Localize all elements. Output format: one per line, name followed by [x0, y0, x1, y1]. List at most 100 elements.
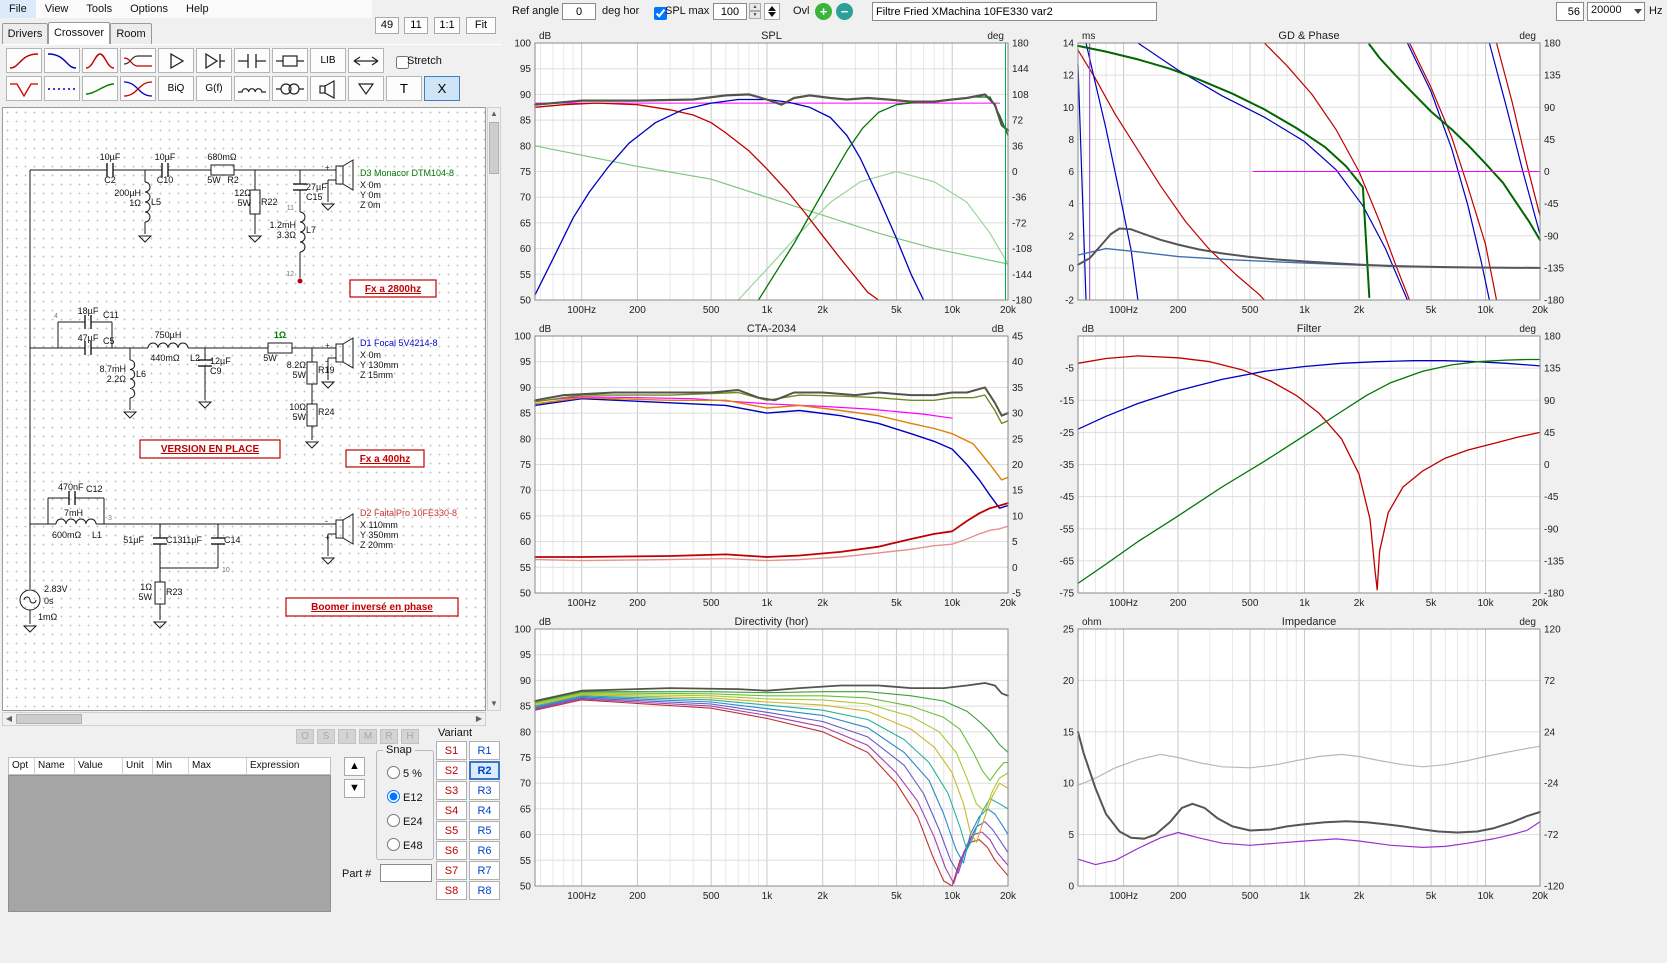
part-number-label: Part # [342, 868, 371, 880]
shape-lp-button[interactable] [44, 48, 80, 73]
ref-angle-input[interactable] [562, 3, 596, 20]
spl-autoscale-button[interactable] [764, 3, 780, 20]
parallel-component-button[interactable] [272, 48, 308, 73]
col-value: Value [75, 758, 123, 775]
one-to-one-button[interactable]: 1:1 [434, 17, 460, 34]
move-up-button[interactable]: ▲ [344, 757, 365, 776]
series-component-button[interactable] [234, 48, 270, 73]
x-button[interactable]: X [424, 76, 460, 101]
variant-s2[interactable]: S2 [436, 761, 467, 780]
variant-r8[interactable]: R8 [469, 881, 500, 900]
grid-y-button[interactable]: 11 [404, 17, 428, 34]
svg-text:1Ω: 1Ω [140, 582, 152, 592]
spinner-up-icon[interactable]: ▲ [749, 3, 761, 11]
fit-button[interactable]: Fit [466, 17, 496, 34]
svg-text:25: 25 [1063, 625, 1075, 636]
scroll-left-icon[interactable]: ◀ [3, 713, 15, 725]
move-down-button[interactable]: ▼ [344, 779, 365, 798]
schematic-rh-symbol [205, 165, 240, 175]
variant-s1[interactable]: S1 [436, 741, 467, 760]
variant-r3[interactable]: R3 [469, 781, 500, 800]
stretch-arrow-button[interactable] [348, 48, 384, 73]
svg-text:20k: 20k [1000, 598, 1017, 609]
menu-view[interactable]: View [36, 0, 78, 18]
scroll-down-icon[interactable]: ▼ [488, 698, 500, 710]
tab-crossover[interactable]: Crossover [48, 22, 110, 44]
variant-r5[interactable]: R5 [469, 821, 500, 840]
variant-s8[interactable]: S8 [436, 881, 467, 900]
variant-s7[interactable]: S7 [436, 861, 467, 880]
transformer-button[interactable] [272, 76, 308, 101]
svg-text:440mΩ: 440mΩ [150, 353, 180, 363]
biq-button[interactable]: BiQ [158, 76, 194, 101]
freq-min-input[interactable] [1556, 2, 1584, 21]
svg-text:L1: L1 [92, 530, 102, 540]
menu-help[interactable]: Help [177, 0, 218, 18]
tab-drivers[interactable]: Drivers [2, 23, 48, 44]
shape-dotted-button[interactable] [44, 76, 80, 101]
variant-r7[interactable]: R7 [469, 861, 500, 880]
lib-button[interactable]: LIB [310, 48, 346, 73]
schematic-canvas[interactable]: +-+-+-10µFC210µFC10680mΩ5WR2200µH1ΩL512Ω… [10, 108, 485, 708]
schematic-hscrollbar[interactable]: ◀ ▶ [2, 712, 486, 726]
overlay-add-button[interactable]: + [815, 3, 832, 20]
spinner-down-icon[interactable]: ▼ [749, 11, 761, 19]
svg-text:1k: 1k [762, 305, 774, 316]
grid-x-button[interactable]: 49 [375, 17, 399, 34]
svg-text:10k: 10k [1477, 598, 1494, 609]
shape-hp-button[interactable] [6, 48, 42, 73]
menu-options[interactable]: Options [121, 0, 177, 18]
freq-max-dropdown[interactable]: 20000 [1587, 2, 1645, 21]
svg-text:5W: 5W [207, 175, 221, 185]
optimize-button[interactable] [196, 48, 232, 73]
svg-text:90: 90 [520, 383, 532, 394]
svg-text:ms: ms [1082, 31, 1095, 42]
scroll-up-icon[interactable]: ▲ [488, 108, 500, 120]
shape-shelf-button[interactable] [120, 48, 156, 73]
vscroll-thumb[interactable] [489, 122, 499, 174]
inductor-button[interactable] [234, 76, 270, 101]
polarity-button[interactable] [348, 76, 384, 101]
spl-max-spinner[interactable]: ▲ ▼ [749, 3, 761, 20]
t-button[interactable]: T [386, 76, 422, 101]
schematic-rh-symbol [262, 343, 298, 353]
svg-text:75: 75 [520, 167, 532, 178]
part-number-input[interactable] [380, 864, 432, 882]
snap-5pct-radio[interactable] [387, 766, 400, 779]
schematic-vscrollbar[interactable]: ▲ ▼ [487, 107, 501, 711]
snap-e12-radio[interactable] [387, 790, 400, 803]
snap-e48-radio[interactable] [387, 838, 400, 851]
cta-2034-chart: CTA-2034dBdB1009590858075706560555045403… [508, 321, 1043, 614]
variant-r6[interactable]: R6 [469, 841, 500, 860]
menu-tools[interactable]: Tools [77, 0, 121, 18]
variant-s5[interactable]: S5 [436, 821, 467, 840]
run-button[interactable] [158, 48, 194, 73]
variant-s6[interactable]: S6 [436, 841, 467, 860]
vituixcad-window: FileViewToolsOptionsHelp 49 11 1:1 Fit R… [0, 0, 1667, 963]
svg-text:2k: 2k [817, 305, 829, 316]
variant-r4[interactable]: R4 [469, 801, 500, 820]
gf-button[interactable]: G(f) [196, 76, 232, 101]
tab-room[interactable]: Room [110, 23, 152, 44]
svg-text:45: 45 [1544, 135, 1556, 146]
scroll-right-icon[interactable]: ▶ [473, 713, 485, 725]
spl-max-input[interactable] [713, 3, 747, 20]
variant-s3[interactable]: S3 [436, 781, 467, 800]
shape-allpass-button[interactable] [82, 76, 118, 101]
variant-s4[interactable]: S4 [436, 801, 467, 820]
driver-button[interactable] [310, 76, 346, 101]
svg-text:D2 FaitalPro 10FE330-8: D2 FaitalPro 10FE330-8 [360, 508, 457, 518]
svg-text:10k: 10k [944, 598, 961, 609]
shape-crossover-button[interactable] [120, 76, 156, 101]
variant-r1[interactable]: R1 [469, 741, 500, 760]
snap-e24-radio[interactable] [387, 814, 400, 827]
variant-r2[interactable]: R2 [469, 761, 500, 780]
shape-bp-button[interactable] [82, 48, 118, 73]
spl-chart-svg: SPLdBdeg10095908580757065605550180144108… [508, 28, 1043, 321]
hscroll-thumb[interactable] [16, 714, 82, 724]
overlay-remove-button[interactable]: − [836, 3, 853, 20]
menu-file[interactable]: File [0, 0, 36, 18]
shape-notch-button[interactable] [6, 76, 42, 101]
svg-text:65: 65 [520, 511, 532, 522]
project-title-input[interactable] [872, 2, 1157, 21]
